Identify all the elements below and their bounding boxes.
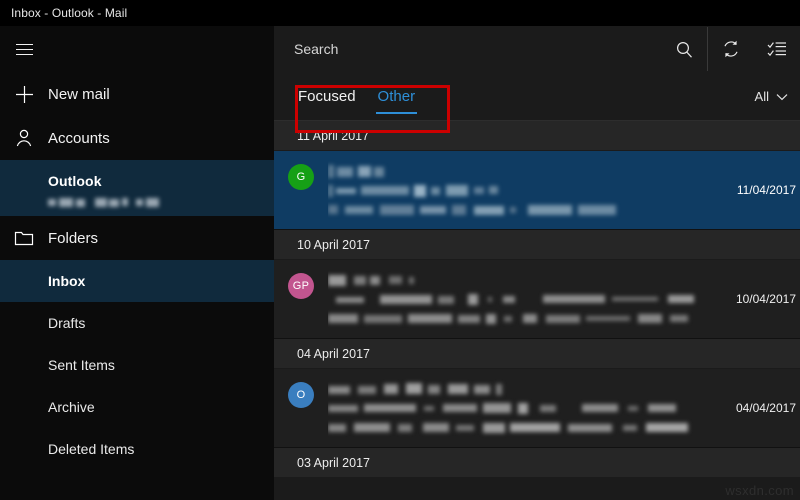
tab-label: Focused bbox=[298, 87, 356, 105]
hamburger-icon[interactable] bbox=[0, 26, 48, 72]
account-item-outlook[interactable]: Outlook bbox=[0, 160, 274, 216]
folders-header[interactable]: Folders bbox=[0, 216, 274, 260]
sync-icon[interactable] bbox=[708, 26, 754, 72]
avatar-initials: O bbox=[296, 389, 306, 401]
date-header-label: 11 April 2017 bbox=[297, 128, 370, 143]
new-mail-label: New mail bbox=[48, 85, 110, 103]
message-list-item[interactable]: GP 10/04/2017 bbox=[274, 260, 800, 339]
folder-icon bbox=[0, 229, 48, 247]
avatar: O bbox=[288, 382, 314, 408]
tab-label: Other bbox=[377, 87, 416, 105]
avatar-container: O bbox=[274, 369, 328, 447]
avatar-initials: G bbox=[296, 171, 306, 183]
date-header-label: 04 April 2017 bbox=[297, 346, 370, 361]
preview-redacted bbox=[328, 201, 800, 215]
date-header: 11 April 2017 bbox=[274, 121, 800, 151]
tab-other[interactable]: Other bbox=[375, 72, 418, 120]
person-icon bbox=[0, 128, 48, 148]
date-header-label: 03 April 2017 bbox=[297, 455, 370, 470]
date-header: 04 April 2017 bbox=[274, 339, 800, 369]
avatar-initials: GP bbox=[292, 280, 310, 292]
folder-label: Drafts bbox=[48, 315, 86, 331]
tab-focused[interactable]: Focused bbox=[296, 72, 358, 120]
menu-row bbox=[0, 26, 274, 72]
inbox-tabs: Focused Other bbox=[274, 72, 435, 120]
navigation-pane: New mail Accounts Outlook Folders Inbox … bbox=[0, 26, 274, 500]
avatar-container: G bbox=[274, 151, 328, 229]
message-preview-redacted: 10/04/2017 bbox=[328, 260, 800, 338]
avatar-container: GP bbox=[274, 260, 328, 338]
folder-label: Deleted Items bbox=[48, 441, 135, 457]
accounts-button[interactable]: Accounts bbox=[0, 116, 274, 160]
subject-redacted bbox=[328, 400, 800, 415]
avatar: G bbox=[288, 164, 314, 190]
mail-app-window: Inbox - Outlook - Mail New mail Accounts… bbox=[0, 0, 800, 500]
filter-label: All bbox=[754, 88, 769, 104]
sidebar-item-sent-items[interactable]: Sent Items bbox=[0, 344, 274, 386]
message-date: 11/04/2017 bbox=[736, 183, 796, 197]
folder-label: Inbox bbox=[48, 273, 86, 289]
sender-redacted bbox=[328, 272, 800, 287]
date-header: 03 April 2017 bbox=[274, 448, 800, 478]
chevron-down-icon bbox=[776, 89, 788, 104]
watermark: wsxdn.com bbox=[725, 483, 794, 498]
sender-redacted bbox=[328, 381, 800, 396]
filter-dropdown[interactable]: All bbox=[755, 89, 788, 104]
date-header: 10 April 2017 bbox=[274, 230, 800, 260]
subject-redacted bbox=[328, 182, 800, 198]
new-mail-button[interactable]: New mail bbox=[0, 72, 274, 116]
message-list-pane: Focused Other All 11 April 2017 bbox=[274, 26, 800, 500]
plus-icon bbox=[0, 84, 48, 105]
search-input[interactable] bbox=[274, 26, 661, 73]
folder-label: Sent Items bbox=[48, 357, 115, 373]
sidebar-item-deleted-items[interactable]: Deleted Items bbox=[0, 428, 274, 470]
message-list-item[interactable]: G 11/04/2017 bbox=[274, 151, 800, 230]
sender-redacted bbox=[328, 163, 800, 179]
accounts-label: Accounts bbox=[48, 129, 110, 147]
search-bar bbox=[274, 26, 800, 73]
folder-label: Archive bbox=[48, 399, 95, 415]
account-name: Outlook bbox=[48, 173, 102, 189]
window-title: Inbox - Outlook - Mail bbox=[11, 6, 128, 20]
sidebar-item-inbox[interactable]: Inbox bbox=[0, 260, 274, 302]
title-bar: Inbox - Outlook - Mail bbox=[0, 0, 800, 26]
message-list-item[interactable]: O 04/04/2017 bbox=[274, 369, 800, 448]
preview-redacted bbox=[328, 310, 800, 324]
message-date: 04/04/2017 bbox=[735, 401, 796, 415]
inbox-tabs-row: Focused Other All bbox=[274, 72, 800, 121]
preview-redacted bbox=[328, 419, 800, 433]
sidebar-item-drafts[interactable]: Drafts bbox=[0, 302, 274, 344]
search-icon[interactable] bbox=[661, 26, 707, 72]
folders-label: Folders bbox=[48, 229, 99, 247]
checklist-icon[interactable] bbox=[754, 26, 800, 72]
date-header-label: 10 April 2017 bbox=[297, 237, 370, 252]
message-preview-redacted: 11/04/2017 bbox=[328, 151, 800, 229]
account-address-redacted bbox=[48, 194, 168, 208]
message-date: 10/04/2017 bbox=[735, 292, 796, 306]
message-preview-redacted: 04/04/2017 bbox=[328, 369, 800, 447]
avatar: GP bbox=[288, 273, 314, 299]
subject-redacted bbox=[328, 291, 800, 306]
sidebar-item-archive[interactable]: Archive bbox=[0, 386, 274, 428]
